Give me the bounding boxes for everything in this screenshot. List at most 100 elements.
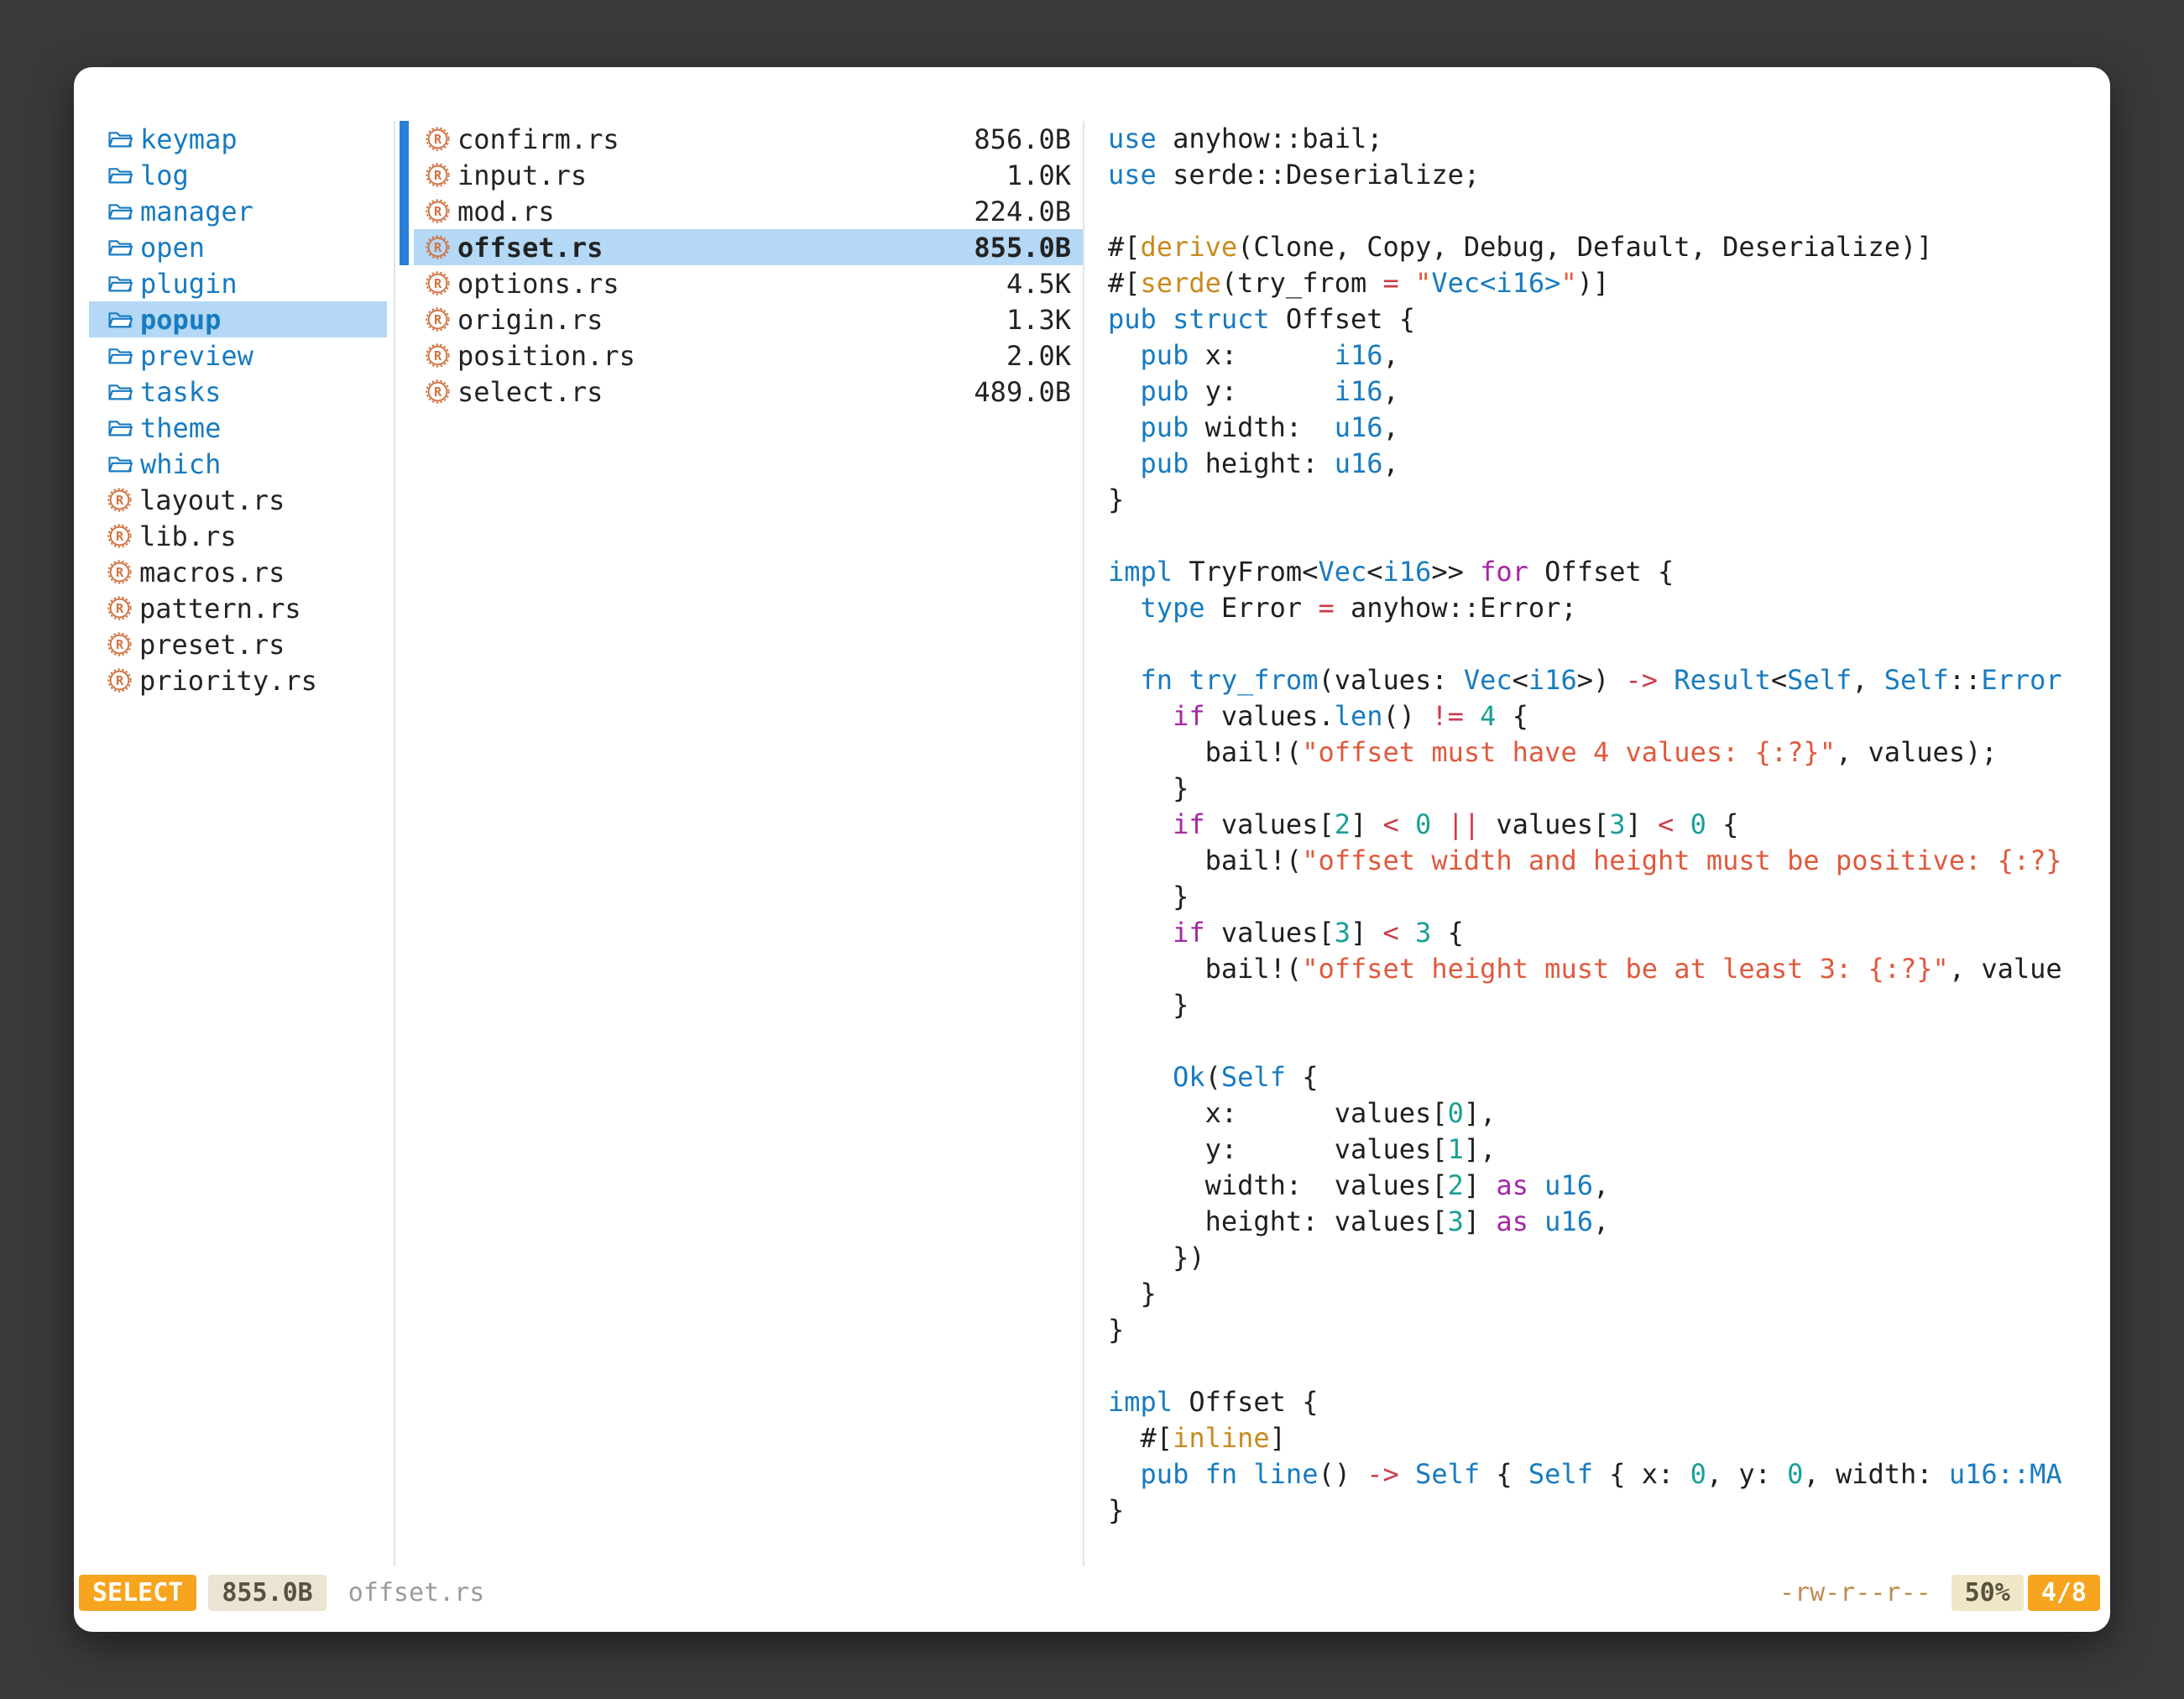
sidebar-item-macros-rs[interactable]: macros.rs bbox=[89, 554, 387, 590]
sidebar-item-priority-rs[interactable]: priority.rs bbox=[89, 662, 387, 698]
code-token: } bbox=[1108, 989, 1189, 1021]
rust-file-icon bbox=[107, 596, 132, 620]
sidebar-item-keymap[interactable]: keymap bbox=[89, 121, 387, 157]
sidebar-item-layout-rs[interactable]: layout.rs bbox=[89, 482, 387, 518]
code-token: } bbox=[1108, 484, 1124, 515]
code-token: ] bbox=[1270, 1422, 1286, 1454]
file-row-input-rs[interactable]: input.rs 1.0K bbox=[414, 157, 1083, 193]
code-token: height: values[ bbox=[1108, 1205, 1448, 1237]
file-size: 856.0B bbox=[974, 123, 1071, 155]
code-token: , bbox=[1852, 664, 1884, 696]
code-token: u16 bbox=[1544, 1169, 1593, 1201]
file-size: 4.5K bbox=[1006, 268, 1071, 300]
code-token: serde bbox=[1141, 267, 1221, 299]
code-token bbox=[1108, 339, 1141, 371]
code-token: serde::Deserialize; bbox=[1157, 159, 1480, 191]
code-token: < bbox=[1383, 917, 1399, 949]
file-manager-window: keymap log manager open plugin popup bbox=[74, 67, 2110, 1632]
rust-file-icon bbox=[107, 524, 132, 548]
file-row-select-rs[interactable]: select.rs 489.0B bbox=[414, 374, 1083, 410]
file-label: layout.rs bbox=[139, 484, 285, 516]
sidebar-item-open[interactable]: open bbox=[89, 229, 387, 265]
file-name: position.rs bbox=[457, 340, 635, 372]
file-row-mod-rs[interactable]: mod.rs 224.0B bbox=[414, 193, 1083, 229]
code-token: #[ bbox=[1108, 1422, 1173, 1454]
code-token: pub bbox=[1141, 447, 1189, 479]
code-line: pub struct Offset { bbox=[1108, 301, 2110, 337]
code-token: ] bbox=[1351, 808, 1383, 840]
code-token: width: values[ bbox=[1108, 1169, 1448, 1201]
file-row-confirm-rs[interactable]: confirm.rs 856.0B bbox=[414, 121, 1083, 157]
code-token: if bbox=[1173, 808, 1205, 840]
code-token: 0 bbox=[1690, 1458, 1706, 1490]
sidebar-item-log[interactable]: log bbox=[89, 157, 387, 193]
code-token: 0 bbox=[1415, 808, 1431, 840]
file-label: pattern.rs bbox=[139, 593, 301, 625]
sidebar-item-popup[interactable]: popup bbox=[89, 301, 387, 337]
sidebar-item-preset-rs[interactable]: preset.rs bbox=[89, 626, 387, 662]
current-dir-pane: confirm.rs 856.0B input.rs 1.0K mod.rs 2… bbox=[394, 121, 1083, 1566]
code-token: u16 bbox=[1335, 447, 1383, 479]
rust-file-icon bbox=[426, 163, 450, 187]
code-line bbox=[1108, 1348, 2110, 1384]
file-name: options.rs bbox=[457, 268, 619, 300]
code-token: u16 bbox=[1544, 1205, 1593, 1237]
sidebar-item-theme[interactable]: theme bbox=[89, 410, 387, 446]
code-line: #[serde(try_from = "Vec<i16>")] bbox=[1108, 265, 2110, 301]
code-token: , bbox=[1383, 447, 1399, 479]
code-token: :: bbox=[1949, 664, 1982, 696]
code-token: fn bbox=[1141, 664, 1173, 696]
code-line: } bbox=[1108, 1312, 2110, 1348]
code-token: (Clone, Copy, Debug, Default, Deserializ… bbox=[1237, 231, 1932, 263]
rust-file-icon bbox=[426, 235, 450, 259]
folder-icon bbox=[107, 128, 133, 149]
code-token bbox=[1399, 808, 1415, 840]
sidebar-item-which[interactable]: which bbox=[89, 446, 387, 482]
code-line: use serde::Deserialize; bbox=[1108, 157, 2110, 193]
dir-label: manager bbox=[140, 196, 253, 227]
file-row-position-rs[interactable]: position.rs 2.0K bbox=[414, 337, 1083, 374]
sidebar-item-plugin[interactable]: plugin bbox=[89, 265, 387, 301]
code-token: pub bbox=[1141, 339, 1189, 371]
sidebar-item-tasks[interactable]: tasks bbox=[89, 374, 387, 410]
sidebar-item-manager[interactable]: manager bbox=[89, 193, 387, 229]
code-token: impl bbox=[1108, 1386, 1173, 1418]
main-panes: keymap log manager open plugin popup bbox=[74, 121, 2110, 1566]
code-token: ] bbox=[1464, 1205, 1497, 1237]
sidebar-item-lib-rs[interactable]: lib.rs bbox=[89, 518, 387, 554]
code-token bbox=[1237, 1458, 1253, 1490]
code-token: use bbox=[1108, 159, 1157, 191]
code-token: ( bbox=[1205, 1061, 1221, 1093]
code-token: Self bbox=[1221, 1061, 1286, 1093]
code-line: width: values[2] as u16, bbox=[1108, 1168, 2110, 1204]
sidebar-item-pattern-rs[interactable]: pattern.rs bbox=[89, 590, 387, 626]
code-token: pub bbox=[1141, 375, 1189, 407]
file-row-options-rs[interactable]: options.rs 4.5K bbox=[414, 265, 1083, 301]
code-line: } bbox=[1108, 1276, 2110, 1312]
code-token: } bbox=[1108, 1278, 1157, 1310]
code-token bbox=[1399, 267, 1415, 299]
code-token bbox=[1464, 700, 1480, 732]
code-token: u16::MA bbox=[1949, 1458, 2062, 1490]
code-token: "offset must have 4 values: {:?}" bbox=[1302, 736, 1836, 768]
file-label: lib.rs bbox=[139, 520, 237, 552]
code-line: pub x: i16, bbox=[1108, 337, 2110, 374]
code-token: } bbox=[1108, 1314, 1124, 1346]
sidebar-item-preview[interactable]: preview bbox=[89, 337, 387, 374]
code-token bbox=[1108, 1061, 1173, 1093]
code-token: bail!( bbox=[1108, 953, 1302, 985]
code-token: { bbox=[1496, 700, 1528, 732]
file-name: mod.rs bbox=[457, 196, 555, 227]
code-token: i16 bbox=[1383, 556, 1432, 588]
code-token: < bbox=[1513, 664, 1528, 696]
code-line: } bbox=[1108, 482, 2110, 518]
parent-pane: keymap log manager open plugin popup bbox=[74, 121, 394, 1566]
code-token: ] bbox=[1351, 917, 1383, 949]
file-row-offset-rs[interactable]: offset.rs 855.0B bbox=[414, 229, 1083, 265]
rust-file-icon bbox=[426, 379, 450, 404]
file-name: input.rs bbox=[457, 159, 587, 191]
code-token: )] bbox=[1577, 267, 1610, 299]
code-token: " bbox=[1560, 267, 1576, 299]
file-row-origin-rs[interactable]: origin.rs 1.3K bbox=[414, 301, 1083, 337]
scroll-indicator[interactable] bbox=[400, 121, 409, 265]
